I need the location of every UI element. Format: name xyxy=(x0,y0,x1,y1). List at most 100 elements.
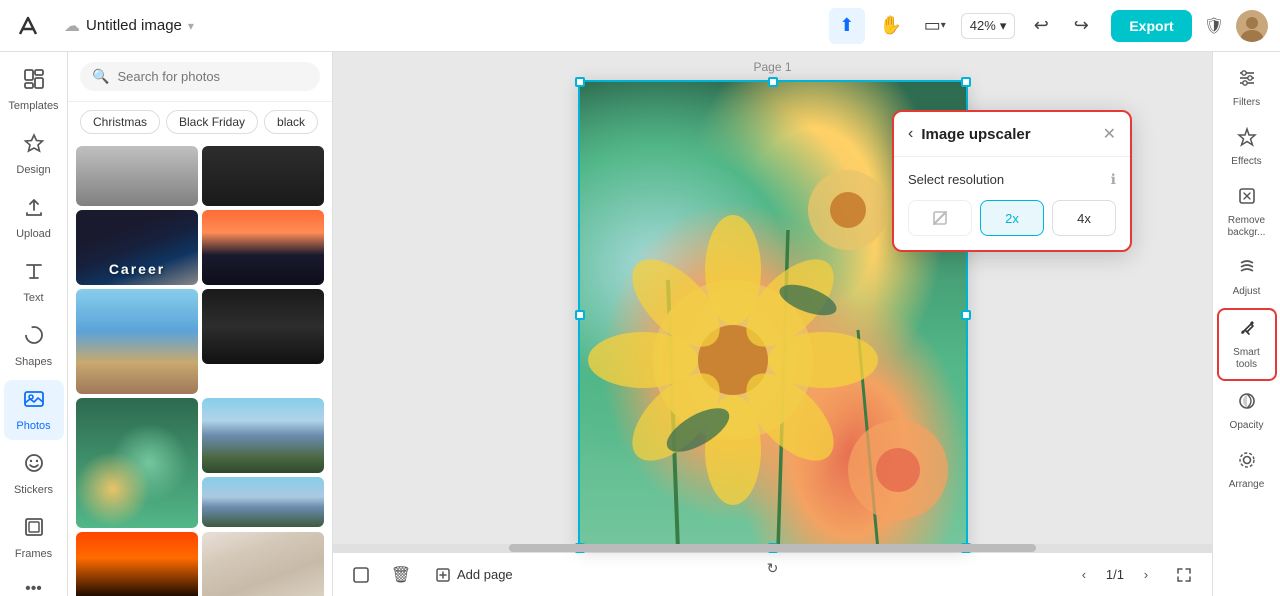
res-2x-btn[interactable]: 2x xyxy=(980,200,1044,236)
filters-icon xyxy=(1237,68,1257,93)
arrange-label: Arrange xyxy=(1229,479,1265,491)
tags-row: Christmas Black Friday black xyxy=(68,102,332,142)
sidebar-item-stickers[interactable]: Stickers xyxy=(4,444,64,504)
topbar: ☁ Untitled image ▾ ⬆ ✋ ▭ ▾ 42% ▾ ↩ ↪ Exp… xyxy=(0,0,1280,52)
more-icon: ••• xyxy=(25,580,42,596)
filters-label: Filters xyxy=(1233,97,1260,109)
image-upscaler-panel: ‹ Image upscaler ✕ Select resolution ℹ xyxy=(892,110,1132,252)
shield-icon: 🛡 xyxy=(1204,16,1224,36)
rp-remove-bg[interactable]: Remove backgr... xyxy=(1217,178,1277,247)
upscaler-title: Image upscaler xyxy=(921,126,1094,143)
shapes-icon xyxy=(23,324,45,352)
photo-thumb-statue[interactable] xyxy=(76,289,198,394)
main-layout: Templates Design Upload xyxy=(0,52,1280,596)
frame-tool-btn[interactable]: ▭ ▾ xyxy=(917,8,953,44)
pan-tool-btn[interactable]: ✋ xyxy=(873,8,909,44)
upscaler-close-btn[interactable]: ✕ xyxy=(1103,124,1116,144)
resolution-options: 2x 4x xyxy=(908,200,1116,236)
photo-thumb-city[interactable] xyxy=(202,210,324,285)
rp-effects[interactable]: Effects xyxy=(1217,119,1277,176)
zoom-control[interactable]: 42% ▾ xyxy=(961,13,1016,39)
search-icon: 🔍 xyxy=(92,68,109,85)
user-avatar[interactable] xyxy=(1236,10,1268,42)
smart-tools-icon xyxy=(1237,318,1257,343)
cloud-icon: ☁ xyxy=(64,16,80,36)
upload-label: Upload xyxy=(16,228,51,240)
bottom-bar: 🗑 Add page ‹ 1/1 › xyxy=(333,552,1212,596)
adjust-icon xyxy=(1237,257,1257,282)
undo-btn[interactable]: ↩ xyxy=(1023,8,1059,44)
canvas-settings-btn[interactable] xyxy=(345,559,377,591)
sidebar-item-text[interactable]: Text xyxy=(4,252,64,312)
photo-thumb-fabric[interactable] xyxy=(202,532,324,596)
canvas-area: Page 1 xyxy=(333,52,1212,596)
rp-smart-tools[interactable]: Smart tools xyxy=(1217,308,1277,381)
sidebar-item-more[interactable]: ••• xyxy=(4,572,64,596)
photo-thumb-flower[interactable] xyxy=(76,398,198,528)
adjust-label: Adjust xyxy=(1233,286,1261,298)
photo-thumb-career[interactable] xyxy=(76,210,198,285)
next-page-btn[interactable]: › xyxy=(1132,561,1160,589)
prev-page-btn[interactable]: ‹ xyxy=(1070,561,1098,589)
frames-label: Frames xyxy=(15,548,52,560)
document-title[interactable]: Untitled image xyxy=(86,17,182,34)
sidebar-item-templates[interactable]: Templates xyxy=(4,60,64,120)
tag-blackfriday[interactable]: Black Friday xyxy=(166,110,258,134)
res-original-btn[interactable] xyxy=(908,200,972,236)
upscaler-back-btn[interactable]: ‹ xyxy=(908,125,913,143)
upload-icon xyxy=(23,196,45,224)
horizontal-scrollbar[interactable] xyxy=(333,544,1212,552)
page-navigation: ‹ 1/1 › xyxy=(1070,561,1160,589)
sidebar-item-shapes[interactable]: Shapes xyxy=(4,316,64,376)
select-tool-btn[interactable]: ⬆ xyxy=(829,8,865,44)
effects-icon xyxy=(1237,127,1257,152)
text-label: Text xyxy=(23,292,43,304)
rp-opacity[interactable]: Opacity xyxy=(1217,383,1277,440)
shapes-label: Shapes xyxy=(15,356,52,368)
page-indicator: 1/1 xyxy=(1106,567,1124,582)
photo-thumb-city2[interactable] xyxy=(76,532,198,596)
photo-thumb[interactable] xyxy=(76,146,198,206)
sidebar-item-photos[interactable]: Photos xyxy=(4,380,64,440)
search-bar: 🔍 xyxy=(68,52,332,102)
effects-label: Effects xyxy=(1231,156,1261,168)
expand-btn[interactable] xyxy=(1168,559,1200,591)
undo-redo-group: ↩ ↪ xyxy=(1023,8,1099,44)
remove-bg-label: Remove backgr... xyxy=(1221,215,1273,239)
export-button[interactable]: Export xyxy=(1111,10,1191,42)
tag-black[interactable]: black xyxy=(264,110,318,134)
remove-bg-icon xyxy=(1237,186,1257,211)
search-input-wrap[interactable]: 🔍 xyxy=(80,62,320,91)
photo-thumb-mountain[interactable] xyxy=(202,398,324,473)
photo-thumb-banana[interactable] xyxy=(202,477,324,527)
left-nav: Templates Design Upload xyxy=(0,52,68,596)
rp-adjust[interactable]: Adjust xyxy=(1217,249,1277,306)
photos-icon xyxy=(23,388,45,416)
sidebar-item-frames[interactable]: Frames xyxy=(4,508,64,568)
add-page-label: Add page xyxy=(457,567,513,582)
zoom-dropdown-arrow: ▾ xyxy=(1000,18,1007,34)
rp-arrange[interactable]: Arrange xyxy=(1217,442,1277,499)
app-logo[interactable] xyxy=(12,10,44,42)
tag-christmas[interactable]: Christmas xyxy=(80,110,160,134)
toolbar-tools: ⬆ ✋ ▭ ▾ 42% ▾ ↩ ↪ xyxy=(829,8,1100,44)
sidebar-item-design[interactable]: Design xyxy=(4,124,64,184)
res-4x-btn[interactable]: 4x xyxy=(1052,200,1116,236)
add-page-btn[interactable]: Add page xyxy=(425,561,523,589)
photo-thumb-dark[interactable] xyxy=(202,289,324,364)
search-input[interactable] xyxy=(117,69,308,84)
sidebar-item-upload[interactable]: Upload xyxy=(4,188,64,248)
frames-icon xyxy=(23,516,45,544)
photo-thumb[interactable] xyxy=(202,146,324,206)
redo-btn[interactable]: ↪ xyxy=(1063,8,1099,44)
delete-page-btn[interactable]: 🗑 xyxy=(385,559,417,591)
photos-label: Photos xyxy=(16,420,50,432)
zoom-value: 42% xyxy=(970,18,996,33)
templates-label: Templates xyxy=(8,100,58,112)
info-icon[interactable]: ℹ xyxy=(1111,171,1116,188)
stickers-icon xyxy=(23,452,45,480)
templates-icon xyxy=(23,68,45,96)
title-dropdown-arrow[interactable]: ▾ xyxy=(188,19,194,33)
rp-filters[interactable]: Filters xyxy=(1217,60,1277,117)
design-label: Design xyxy=(16,164,50,176)
